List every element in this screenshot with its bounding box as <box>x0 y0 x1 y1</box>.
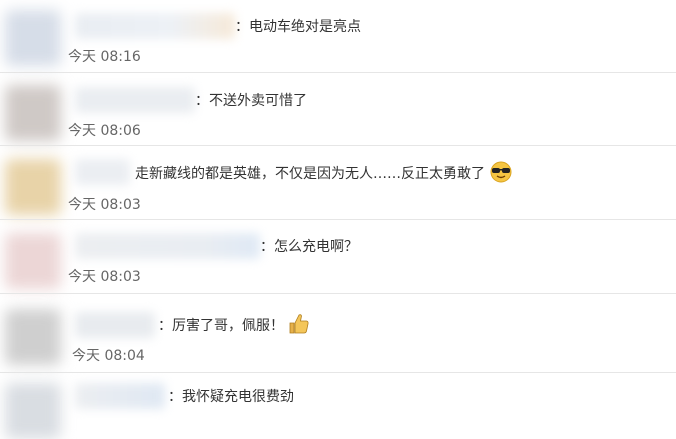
avatar[interactable] <box>5 10 61 66</box>
comment-text: ：我怀疑充电很费劲 <box>168 389 294 405</box>
comment-item: ：我怀疑充电很费劲 <box>0 373 676 439</box>
comment-time: 今天 08:16 <box>68 49 141 65</box>
comment-text-content: 走新藏线的都是英雄，不仅是因为无人……反正太勇敢了 <box>135 166 485 182</box>
comment-text: ：不送外卖可惜了 <box>195 93 307 109</box>
comment-text: ：怎么充电啊？ <box>260 239 358 255</box>
comment-time: 今天 08:03 <box>68 269 141 285</box>
avatar[interactable] <box>5 233 61 289</box>
comment-item: ：电动车绝对是亮点 今天 08:16 <box>0 0 676 73</box>
comment-text: ：电动车绝对是亮点 <box>235 19 361 35</box>
avatar[interactable] <box>5 159 61 215</box>
comment-time: 今天 08:03 <box>68 197 141 213</box>
divider <box>0 219 676 220</box>
comment-item: ：不送外卖可惜了 今天 08:06 <box>0 73 676 146</box>
comment-item: ：怎么充电啊？ 今天 08:03 <box>0 221 676 294</box>
comment-item: 走新藏线的都是英雄，不仅是因为无人……反正太勇敢了 今天 08:03 <box>0 147 676 220</box>
username[interactable] <box>75 383 165 409</box>
comment-time: 今天 08:04 <box>72 348 145 364</box>
avatar[interactable] <box>5 383 61 439</box>
cool-face-icon <box>488 161 514 187</box>
avatar[interactable] <box>5 85 61 141</box>
username[interactable] <box>75 312 155 338</box>
comment-text: 走新藏线的都是英雄，不仅是因为无人……反正太勇敢了 <box>135 161 514 187</box>
thumbs-up-icon <box>287 312 311 340</box>
username[interactable] <box>75 13 235 39</box>
comment-text: ：厉害了哥，佩服！ <box>158 312 311 340</box>
username[interactable] <box>75 87 195 113</box>
comment-time: 今天 08:06 <box>68 123 141 139</box>
divider <box>0 145 676 146</box>
avatar[interactable] <box>5 309 61 365</box>
username[interactable] <box>75 233 260 259</box>
username[interactable] <box>75 159 130 185</box>
comment-text-content: ：厉害了哥，佩服！ <box>158 318 284 334</box>
comment-item: ：厉害了哥，佩服！ 今天 08:04 <box>0 295 676 373</box>
divider <box>0 293 676 294</box>
